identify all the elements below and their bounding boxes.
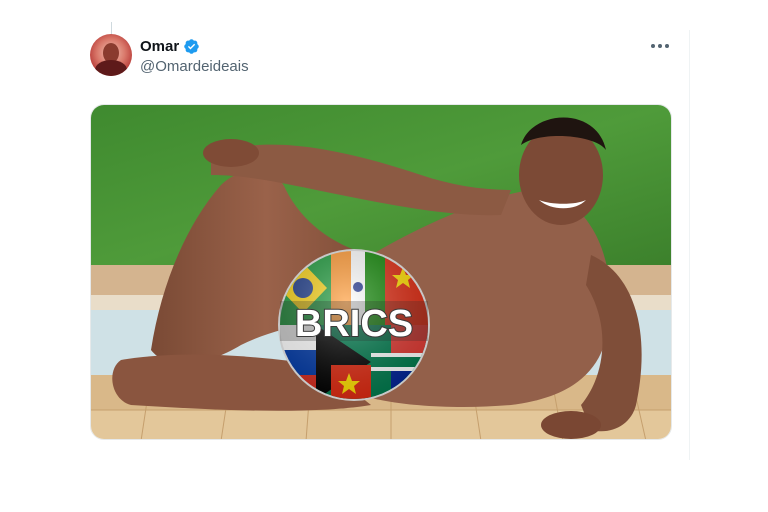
more-options-button[interactable] xyxy=(648,36,672,56)
tweet-author: Omar @Omardeideais xyxy=(140,36,249,76)
more-horizontal-icon xyxy=(651,44,655,48)
meme-photo: BRICS xyxy=(91,105,671,439)
verified-badge-icon xyxy=(184,38,199,54)
tweet-media-image[interactable]: BRICS xyxy=(90,104,672,440)
avatar[interactable] xyxy=(90,34,132,76)
author-handle[interactable]: @Omardeideais xyxy=(140,58,249,75)
tweet-card[interactable]: Omar @Omardeideais BRICS xyxy=(78,12,690,460)
timeline-divider xyxy=(689,30,690,460)
brics-badge-text: BRICS xyxy=(295,303,413,345)
author-display-name[interactable]: Omar xyxy=(140,38,179,55)
